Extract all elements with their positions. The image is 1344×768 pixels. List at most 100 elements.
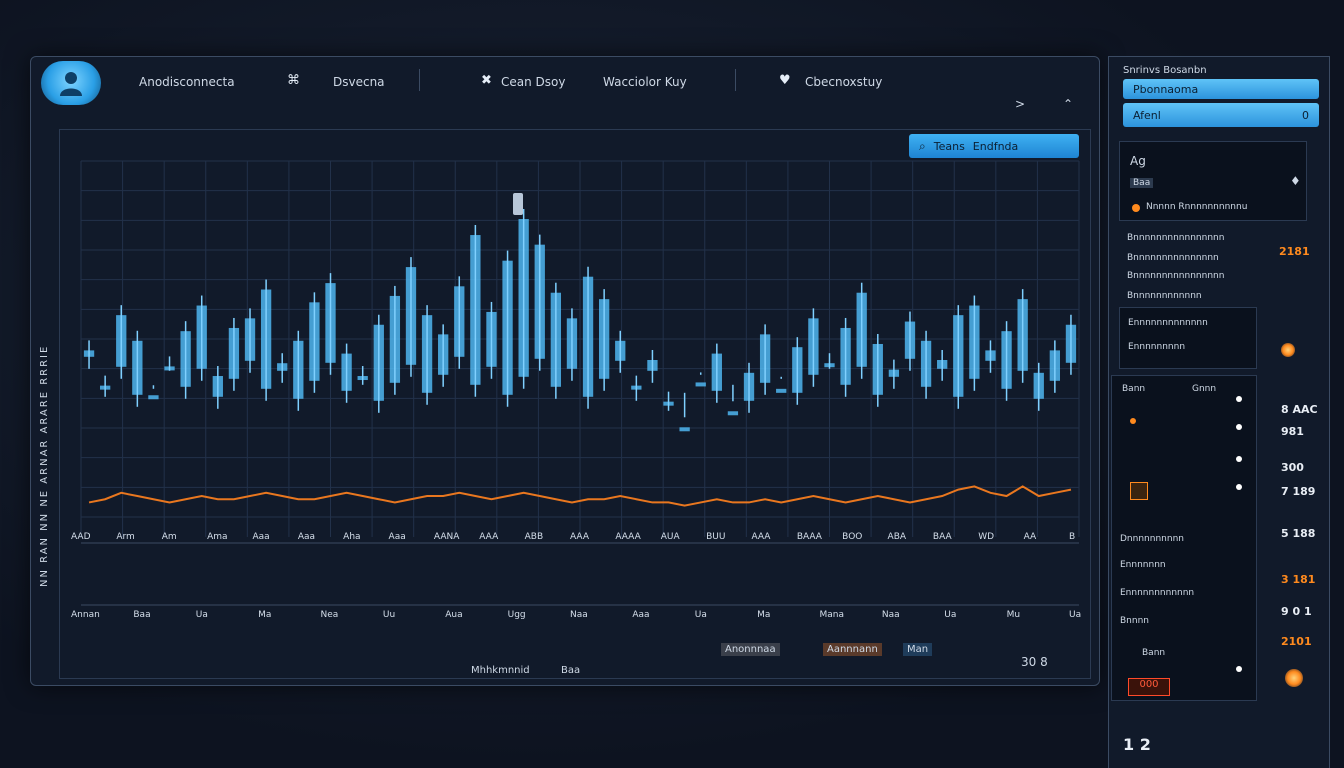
- x-tick-label: AAD: [71, 532, 91, 542]
- chip[interactable]: Aannnann: [823, 643, 882, 656]
- chip[interactable]: Anonnnaa: [721, 643, 780, 656]
- x-tick-label: Baa: [133, 610, 150, 620]
- metric-value: 7 189: [1281, 485, 1316, 498]
- x-tick-label: Aaa: [389, 532, 406, 542]
- info-card: Ag Baa Nnnnn Rnnnnnnnnnnu ♦: [1119, 141, 1307, 221]
- row[interactable]: Ennnnnnn: [1120, 560, 1166, 570]
- x-tick-label: Annan: [71, 610, 100, 620]
- x-tick-label: Aaa: [632, 610, 649, 620]
- metric-value: 9 0 1: [1281, 605, 1312, 618]
- chart-bar: [695, 382, 706, 387]
- status-dot: [1132, 204, 1140, 212]
- status-text-2: Baa: [561, 665, 581, 676]
- x-tick-label: Uu: [383, 610, 395, 620]
- chart-bar: [776, 388, 787, 393]
- card-title: Ag: [1130, 154, 1146, 168]
- chart-bar: [727, 411, 739, 416]
- x-tick-label: Ua: [944, 610, 956, 620]
- card-row: Ennnnnnnnnnnnn: [1128, 318, 1208, 328]
- x-tick-label: Ma: [757, 610, 770, 620]
- status-text: Mhhkmnnid: [471, 665, 530, 676]
- x-tick-label: BAAA: [797, 532, 823, 542]
- chart-marker: [513, 193, 523, 215]
- row[interactable]: Dnnnnnnnnnn: [1120, 534, 1184, 544]
- chip[interactable]: Man: [903, 643, 933, 656]
- value-highlight: 2181: [1279, 245, 1310, 258]
- x-tick-label: AUA: [661, 532, 681, 542]
- main-chart[interactable]: AAD Arm Am Ama Aaa Aaa Aha Aaa AANA AAA ABB AAA AAAA…: [31, 57, 1099, 685]
- panel-button-label: Afenl: [1133, 108, 1161, 122]
- metric-value: 3 181: [1281, 573, 1316, 586]
- list-item[interactable]: Bnnnnnnnnnnnnnnnn: [1127, 233, 1224, 243]
- panel-button-value: 0: [1302, 108, 1309, 122]
- metric-value: 5 188: [1281, 527, 1316, 540]
- radio-dot[interactable]: [1236, 484, 1242, 490]
- mini-display: 000: [1128, 678, 1170, 696]
- x-tick-label: AAAA: [615, 532, 641, 542]
- status-dot: [1130, 418, 1136, 424]
- x-tick-label: BAA: [933, 532, 953, 542]
- x-tick-label: AAA: [570, 532, 590, 542]
- x-tick-label: AANA: [434, 532, 460, 542]
- card-row: Ennnnnnnnn: [1128, 342, 1186, 352]
- bottom-value: 1 2: [1123, 735, 1151, 754]
- main-window: Anodisconnecta ⌘ Dsvecna ✖ Cean Dsoy Wac…: [30, 56, 1100, 686]
- x-tick-label: Aha: [343, 532, 360, 542]
- readout: 30 8: [1021, 655, 1048, 669]
- x-tick-label: Nea: [321, 610, 339, 620]
- pin-icon[interactable]: ♦: [1290, 174, 1301, 188]
- panel-button-2[interactable]: Afenl 0: [1123, 103, 1319, 127]
- x-tick-label: ABA: [888, 532, 907, 542]
- x-tick-label: Aua: [445, 610, 462, 620]
- x-tick-label: BUU: [706, 532, 725, 542]
- chart-bar: [679, 427, 690, 432]
- x-tick-label: Ua: [196, 610, 208, 620]
- x-tick-label: Mu: [1007, 610, 1020, 620]
- metric-value: 2101: [1281, 635, 1312, 648]
- row[interactable]: Bnnnn: [1120, 616, 1149, 626]
- alert-icon[interactable]: [1285, 669, 1303, 687]
- x-tick-label: Mana: [820, 610, 845, 620]
- page: Anodisconnecta ⌘ Dsvecna ✖ Cean Dsoy Wac…: [0, 0, 1344, 768]
- x-tick-label: Naa: [882, 610, 900, 620]
- x-tick-label: AA: [1024, 532, 1037, 542]
- x-tick-label: Aaa: [252, 532, 269, 542]
- row[interactable]: Bann: [1142, 648, 1165, 658]
- x-tick-label: AAA: [751, 532, 771, 542]
- card-row: Nnnnn Rnnnnnnnnnnu: [1146, 202, 1248, 212]
- x-tick-label: Ama: [207, 532, 227, 542]
- right-panel: Snrinvs Bosanbn Pbonnaoma Afenl 0 Ag Baa…: [1108, 56, 1330, 768]
- panel-title: Snrinvs Bosanbn: [1123, 65, 1207, 76]
- x-tick-label: B: [1069, 532, 1075, 542]
- x-tick-label: Naa: [570, 610, 588, 620]
- row[interactable]: Ennnnnnnnnnnn: [1120, 588, 1194, 598]
- card-title: Bann: [1122, 384, 1146, 394]
- radio-dot[interactable]: [1236, 396, 1242, 402]
- radio-dot[interactable]: [1236, 666, 1242, 672]
- radio-dot[interactable]: [1236, 456, 1242, 462]
- metric-value: 300: [1281, 461, 1304, 474]
- list-item[interactable]: Bnnnnnnnnnnnnnnn: [1127, 253, 1219, 263]
- x-tick-label: Arm: [116, 532, 134, 542]
- x-tick-label: Ma: [258, 610, 271, 620]
- chart-bar: [148, 395, 159, 400]
- list-item[interactable]: Bnnnnnnnnnnnn: [1127, 291, 1202, 301]
- card-sub: Gnnn: [1192, 384, 1217, 394]
- x-tick-label: Aaa: [298, 532, 315, 542]
- metric-value: 8 AAC: [1281, 403, 1318, 416]
- x-tick-label: Ugg: [508, 610, 526, 620]
- radio-dot[interactable]: [1236, 424, 1242, 430]
- x-tick-label: Am: [162, 532, 177, 542]
- data-card: Bann Gnnn Dnnnnnnnnnn Ennnnnnn Ennnnnnnn…: [1111, 375, 1257, 701]
- panel-button[interactable]: Pbonnaoma: [1123, 79, 1319, 99]
- alert-icon[interactable]: [1281, 343, 1295, 357]
- x-tick-label: ABB: [525, 532, 544, 542]
- info-card-2: Ennnnnnnnnnnnn Ennnnnnnnn: [1119, 307, 1257, 369]
- card-sub: Baa: [1130, 178, 1154, 188]
- warning-icon: [1130, 482, 1148, 500]
- x-tick-label: WD: [978, 532, 994, 542]
- metric-value: 981: [1281, 425, 1304, 438]
- x-tick-label: BOO: [842, 532, 862, 542]
- x-tick-label: Ua: [1069, 610, 1081, 620]
- list-item[interactable]: Bnnnnnnnnnnnnnnnn: [1127, 271, 1224, 281]
